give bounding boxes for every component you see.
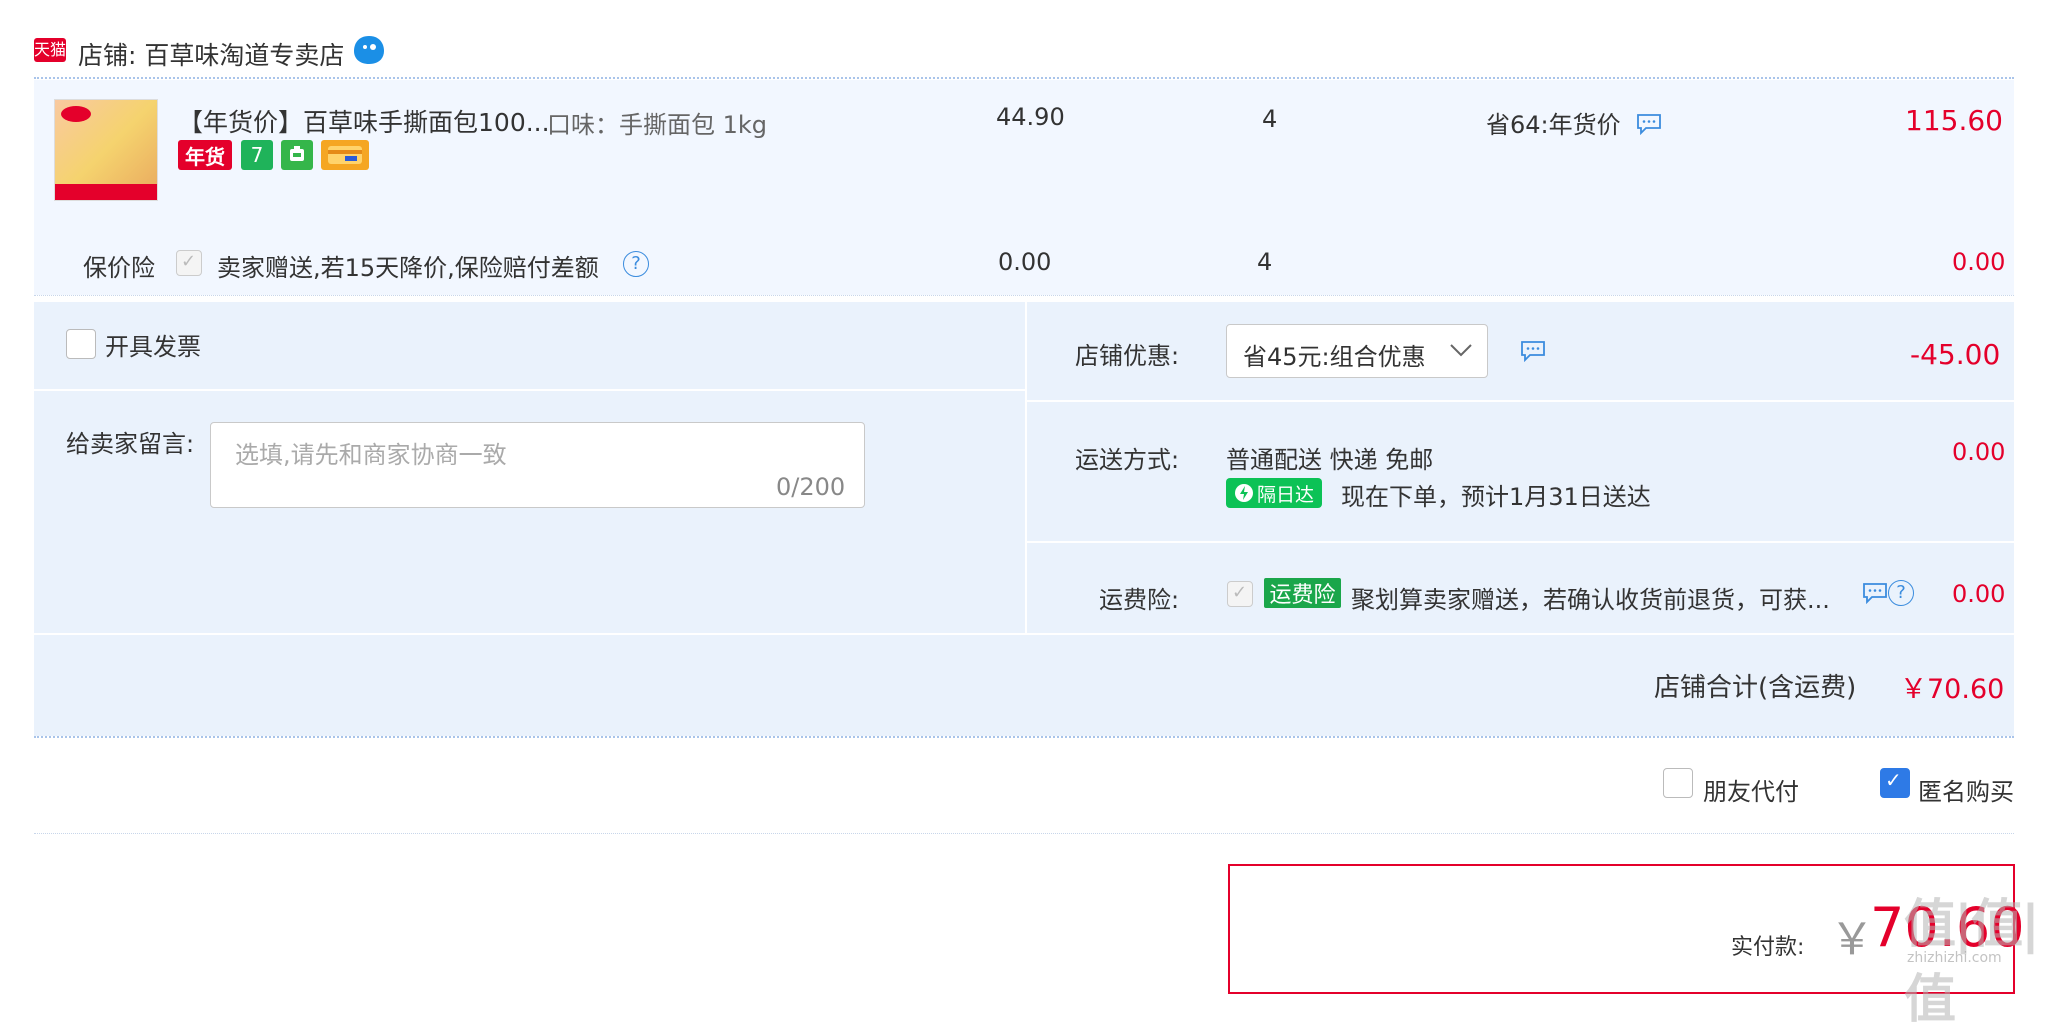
anonymous-purchase-label[interactable]: 匿名购买 (1918, 772, 2014, 807)
divider (34, 389, 1025, 391)
invoice-checkbox[interactable] (66, 329, 96, 359)
product-sku: 口味：手撕面包 1kg (547, 111, 768, 139)
comment-icon[interactable] (1520, 340, 1546, 362)
shipping-eta: 现在下单，预计1月31日送达 (1341, 483, 1651, 511)
divider (34, 295, 2014, 296)
memo-char-count: 0/200 (776, 473, 846, 501)
divider (1025, 302, 1027, 635)
freight-insurance-label: 运费险: (1099, 586, 1180, 614)
friend-pay-label[interactable]: 朋友代付 (1703, 772, 1799, 807)
shop-discount-selected[interactable]: 省45元:组合优惠 (1243, 337, 1426, 372)
item-quantity: 4 (1262, 105, 1278, 133)
memo-placeholder: 选填,请先和商家协商一致 (235, 441, 507, 469)
unit-price: 44.90 (996, 103, 1065, 131)
shipping-fee: 0.00 (1952, 438, 2006, 466)
product-title-link[interactable]: 【年货价】百草味手撕面包100... (178, 103, 550, 139)
item-subtotal: 115.60 (1905, 104, 2003, 137)
payment-label: 实付款: (1731, 935, 1805, 960)
divider (1027, 541, 2014, 543)
friend-pay-checkbox[interactable] (1663, 768, 1693, 798)
memo-label: 给卖家留言: (66, 430, 195, 458)
shipping-label: 运送方式: (1075, 446, 1180, 474)
tmall-logo: 天猫 (34, 38, 66, 62)
lightning-icon (1234, 484, 1253, 502)
freight-insurance-badge: 运费险 (1264, 578, 1341, 608)
freight-insurance-checkbox (1227, 581, 1253, 607)
watermark-url: zhizhizhi.com (1907, 950, 2002, 966)
divider (34, 77, 2014, 79)
comment-icon[interactable] (1636, 113, 1662, 135)
shipping-method: 普通配送 快递 免邮 (1226, 446, 1434, 474)
freight-insurance-total: 0.00 (1952, 580, 2006, 608)
insurance-price: 0.00 (998, 248, 1052, 276)
insurance-total: 0.00 (1952, 248, 2006, 276)
help-icon[interactable]: ? (1888, 580, 1914, 606)
credit-card-badge-icon (321, 140, 369, 170)
shop-name[interactable]: 店铺: 百草味淘道专卖店 (78, 36, 344, 72)
price-protection-label: 保价险 (83, 254, 155, 282)
seven-day-return-badge: 7 (241, 140, 273, 170)
shop-total-label: 店铺合计(含运费) (1654, 673, 1857, 703)
product-image[interactable] (54, 99, 158, 201)
divider (34, 736, 2014, 738)
chevron-down-icon[interactable] (1447, 337, 1475, 361)
wangwang-chat-icon[interactable] (352, 34, 386, 66)
promo-text: 省64:年货价 (1486, 111, 1621, 139)
divider (34, 833, 2014, 834)
shop-discount-label: 店铺优惠: (1075, 342, 1180, 370)
shop-discount-amount: -45.00 (1910, 338, 2001, 371)
help-icon[interactable]: ? (623, 251, 649, 277)
guarantee-badge-icon (281, 140, 313, 170)
divider (34, 633, 2014, 635)
next-day-badge-label: 隔日达 (1256, 483, 1314, 506)
freight-insurance-text: 聚划算卖家赠送，若确认收货前退货，可获... (1351, 586, 1830, 614)
insurance-quantity: 4 (1257, 248, 1273, 276)
next-day-badge: 隔日达 (1226, 478, 1322, 508)
anonymous-purchase-checkbox[interactable] (1880, 768, 1910, 798)
divider (1027, 400, 2014, 402)
price-protection-text: 卖家赠送,若15天降价,保险赔付差额 (217, 254, 599, 282)
new-year-badge: 年货 (178, 140, 232, 170)
comment-icon[interactable] (1862, 582, 1888, 604)
invoice-label[interactable]: 开具发票 (105, 327, 201, 362)
shop-total-value: ￥70.60 (1900, 674, 2005, 705)
price-protection-checkbox (176, 250, 202, 276)
currency-symbol: ￥ (1830, 914, 1874, 965)
